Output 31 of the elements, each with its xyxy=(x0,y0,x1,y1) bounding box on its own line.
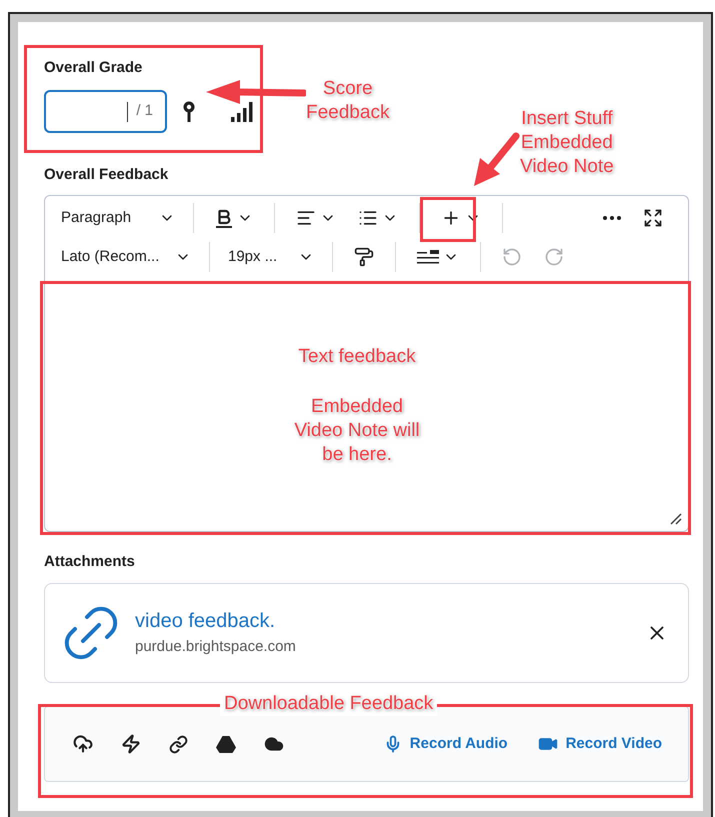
line-height-icon xyxy=(417,250,439,264)
attachment-title[interactable]: video feedback. xyxy=(135,608,646,634)
field-label: Overall Grade xyxy=(44,58,142,78)
attachment-source: purdue.brightspace.com xyxy=(135,636,297,657)
annotation-label: Text feedback xyxy=(297,345,417,369)
annotation-frame xyxy=(420,197,476,242)
annotation-label: Downloadable Feedback xyxy=(220,692,438,716)
paragraph-select[interactable]: Paragraph xyxy=(53,203,183,233)
award-pin-icon[interactable] xyxy=(183,100,195,122)
signal-bars-icon[interactable] xyxy=(231,102,253,122)
cloud-upload-icon[interactable] xyxy=(73,734,93,754)
bold-icon xyxy=(215,208,233,228)
bolt-icon[interactable] xyxy=(121,734,141,754)
redo-icon xyxy=(544,247,564,267)
resize-handle-icon[interactable] xyxy=(670,513,682,525)
annotation-label: Embedded Video Note will be here. xyxy=(293,395,421,467)
field-label: Overall Feedback xyxy=(44,165,168,185)
grade-input-field[interactable]: / 1 xyxy=(44,90,167,133)
font-select[interactable]: Lato (Recom... xyxy=(53,242,199,272)
size-select[interactable]: 19px ... xyxy=(220,242,322,272)
annotation-label: Score Feedback xyxy=(306,77,390,125)
record-button[interactable]: Record Video xyxy=(538,732,662,756)
field-label: Attachments xyxy=(44,552,135,572)
more-icon xyxy=(603,216,621,220)
record-button[interactable]: Record Audio xyxy=(384,732,508,756)
link-icon[interactable] xyxy=(169,734,188,754)
annotation-arrow xyxy=(472,132,520,188)
paint-roller-icon xyxy=(354,247,374,267)
fullscreen-icon xyxy=(643,208,663,228)
annotation-label: Insert Stuff Embedded Video Note xyxy=(520,107,614,179)
undo-icon xyxy=(502,247,522,267)
